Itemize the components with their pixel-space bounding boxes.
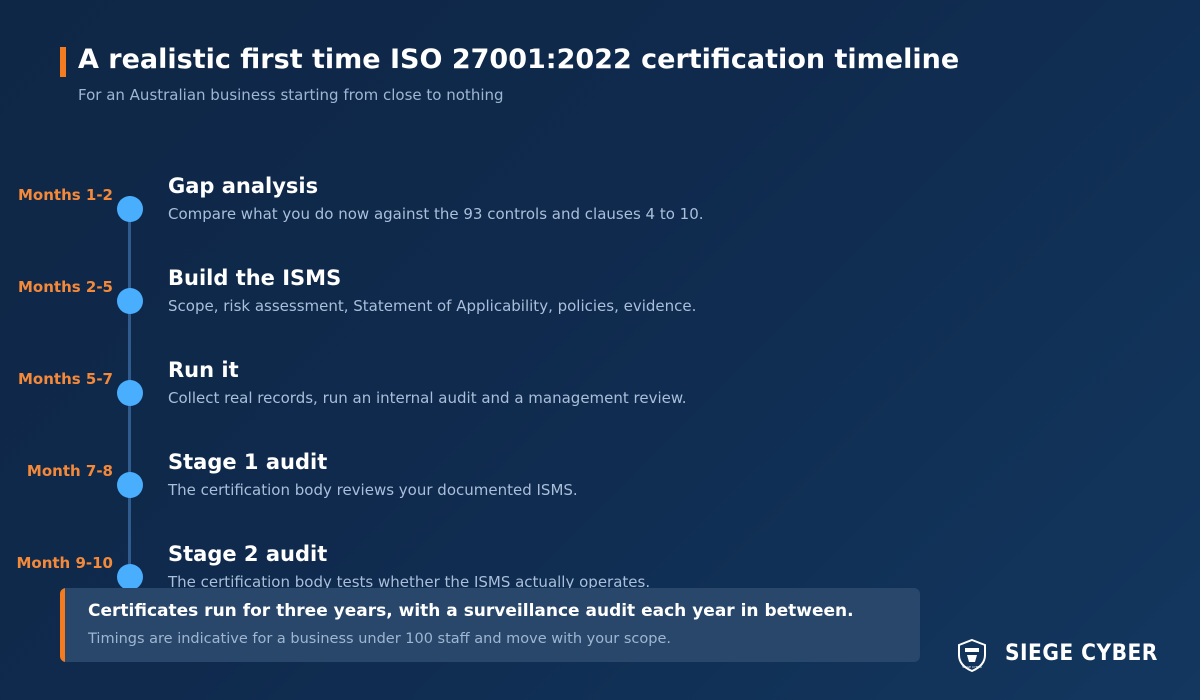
shield-icon: SIEGE CYBER — [958, 638, 986, 672]
step-description: Collect real records, run an internal au… — [168, 389, 687, 407]
step-period: Months 1-2 — [17, 186, 113, 204]
timeline-step: Months 5-7 Run it Collect real records, … — [0, 358, 1200, 450]
step-heading: Gap analysis — [168, 174, 319, 198]
step-description: Compare what you do now against the 93 c… — [168, 205, 704, 223]
step-dot — [117, 564, 143, 590]
step-heading: Stage 1 audit — [168, 450, 328, 474]
step-period: Months 2-5 — [17, 278, 113, 296]
step-dot — [117, 196, 143, 222]
step-heading: Run it — [168, 358, 239, 382]
step-description: Scope, risk assessment, Statement of App… — [168, 297, 697, 315]
info-note: Certificates run for three years, with a… — [60, 588, 920, 662]
step-dot — [117, 380, 143, 406]
step-period: Month 7-8 — [26, 462, 113, 480]
note-accent-bar — [60, 588, 65, 662]
title-accent-bar — [60, 47, 66, 77]
page-title: A realistic first time ISO 27001:2022 ce… — [78, 44, 960, 75]
step-heading: Build the ISMS — [168, 266, 342, 290]
step-dot — [117, 288, 143, 314]
step-heading: Stage 2 audit — [168, 542, 328, 566]
svg-text:SIEGE CYBER: SIEGE CYBER — [962, 665, 982, 669]
brand-name: SIEGE CYBER — [1005, 641, 1158, 666]
timeline-step: Month 7-8 Stage 1 audit The certificatio… — [0, 450, 1200, 542]
page-subtitle: For an Australian business starting from… — [78, 86, 504, 104]
note-main-text: Certificates run for three years, with a… — [88, 601, 854, 621]
step-period: Months 5-7 — [17, 370, 113, 388]
step-period: Month 9-10 — [16, 554, 113, 572]
timeline-step: Months 1-2 Gap analysis Compare what you… — [0, 174, 1200, 266]
note-sub-text: Timings are indicative for a business un… — [88, 631, 671, 647]
step-description: The certification body reviews your docu… — [168, 481, 578, 499]
step-dot — [117, 472, 143, 498]
timeline-step: Months 2-5 Build the ISMS Scope, risk as… — [0, 266, 1200, 358]
